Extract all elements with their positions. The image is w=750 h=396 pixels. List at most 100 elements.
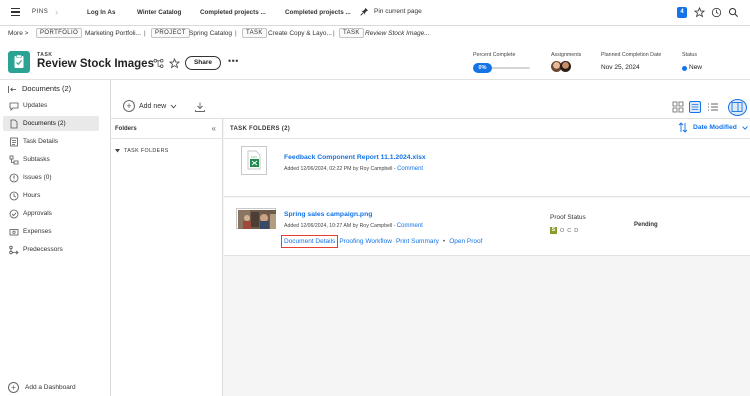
percent-complete-value[interactable]: 0%: [473, 63, 492, 73]
breadcrumb-portfolio[interactable]: Marketing Portfoli...: [85, 30, 141, 37]
sidebar-item-label: Documents (2): [23, 120, 66, 127]
document-name[interactable]: Spring sales campaign.png: [284, 211, 372, 218]
proof-step-o: O: [560, 227, 565, 234]
task-folders-node[interactable]: TASK FOLDERS: [111, 139, 222, 154]
pin-winter-catalog[interactable]: Winter Catalog: [137, 9, 181, 16]
top-bar: PINS › Log In As Winter Catalog Complete…: [0, 0, 750, 26]
image-thumbnail[interactable]: [236, 208, 276, 229]
breadcrumb-tag-task: TASK: [242, 28, 267, 38]
sidebar-item-approvals[interactable]: Approvals: [3, 206, 99, 221]
search-icon[interactable]: [728, 7, 739, 18]
main-content: + Add new Folders « TASK FOLDERS TASK FO…: [111, 97, 750, 396]
sidebar-item-updates[interactable]: Updates: [3, 98, 99, 113]
breadcrumb-separator: |: [144, 30, 146, 37]
collapse-sidebar-icon[interactable]: [8, 86, 17, 93]
pin-current-label: Pin current page: [374, 8, 422, 15]
document-added-info: Added 12/06/2024, 02:22 PM by Roy Campbe…: [284, 166, 396, 172]
chevron-down-icon: [170, 104, 177, 108]
comment-link[interactable]: Comment: [397, 166, 423, 172]
document-added-info: Added 12/06/2024, 10:27 AM by Roy Campbe…: [284, 223, 396, 229]
xlsx-file-icon[interactable]: [241, 146, 267, 175]
task-type-icon: [8, 51, 30, 73]
sidebar-item-hours[interactable]: Hours: [3, 188, 99, 203]
pin-current-page-button[interactable]: Pin current page: [360, 7, 422, 16]
grid-view-icon[interactable]: [672, 101, 684, 113]
sidebar-item-label: Expenses: [23, 228, 52, 235]
documents-header: TASK FOLDERS (2) Date Modified: [224, 119, 750, 139]
documents-toolbar: + Add new: [111, 97, 750, 119]
document-meta: Added 12/06/2024, 10:27 AM by Roy Campbe…: [284, 223, 423, 229]
hierarchy-icon[interactable]: [153, 58, 164, 69]
clock-icon: [9, 191, 19, 200]
percent-complete-slider[interactable]: [490, 67, 530, 69]
pin-icon: [360, 7, 369, 16]
add-dashboard-button[interactable]: + Add a Dashboard: [8, 382, 76, 393]
expenses-icon: [9, 228, 19, 235]
more-options-icon[interactable]: •••: [228, 56, 239, 66]
breadcrumb-more[interactable]: More >: [8, 30, 28, 37]
sidebar-item-task-details[interactable]: Task Details: [3, 134, 99, 149]
document-row[interactable]: Feedback Component Report 11.1.2024.xlsx…: [224, 139, 750, 197]
print-summary-link[interactable]: Print Summary: [396, 238, 439, 245]
chevron-right-icon: ›: [55, 7, 58, 17]
sidebar-item-label: Hours: [23, 192, 41, 199]
sidebar-title: Documents (2): [22, 84, 72, 93]
share-button[interactable]: Share: [185, 56, 221, 70]
list-view-icon[interactable]: [707, 101, 719, 113]
status-value[interactable]: New: [689, 64, 702, 71]
sort-label: Date Modified: [693, 124, 737, 131]
pin-completed-projects-2[interactable]: Completed projects ...: [285, 9, 351, 16]
sort-dropdown[interactable]: Date Modified: [678, 122, 748, 133]
proof-step-c: C: [567, 227, 572, 234]
sidebar-item-issues[interactable]: Issues (0): [3, 170, 99, 185]
avatar[interactable]: [560, 61, 571, 72]
sidebar-item-documents[interactable]: Documents (2): [3, 116, 99, 131]
notification-badge[interactable]: 4: [677, 7, 687, 18]
page-title[interactable]: Review Stock Images: [37, 58, 154, 70]
sidebar-item-label: Approvals: [23, 210, 52, 217]
document-name[interactable]: Feedback Component Report 11.1.2024.xlsx: [284, 154, 426, 161]
add-new-button[interactable]: + Add new: [123, 100, 177, 112]
status-dot: [682, 66, 687, 71]
sidebar-item-label: Subtasks: [23, 156, 50, 163]
folders-title: Folders: [115, 126, 137, 132]
issues-icon: [9, 173, 19, 182]
recent-history-icon[interactable]: [711, 7, 722, 18]
folders-panel: Folders « TASK FOLDERS: [111, 119, 223, 396]
proofing-workflow-link[interactable]: Proofing Workflow: [339, 238, 392, 245]
breadcrumb-separator: |: [235, 30, 237, 37]
collapse-folders-icon[interactable]: «: [212, 124, 216, 133]
sidebar-item-expenses[interactable]: Expenses: [3, 224, 99, 239]
proof-status-steps: S O C D: [550, 227, 578, 234]
pin-completed-projects-1[interactable]: Completed projects ...: [200, 9, 266, 16]
proof-status-label: Proof Status: [550, 214, 586, 221]
plus-icon: +: [8, 382, 19, 393]
breadcrumb-task[interactable]: Create Copy & Layo...: [268, 30, 332, 37]
folders-header: Folders «: [111, 119, 222, 139]
approvals-icon: [9, 209, 19, 218]
sidebar-item-subtasks[interactable]: Subtasks: [3, 152, 99, 167]
breadcrumb-separator: |: [333, 30, 335, 37]
comment-link[interactable]: Comment: [397, 223, 423, 229]
download-icon[interactable]: [194, 101, 206, 113]
document-details-link[interactable]: Document Details: [281, 235, 339, 248]
breadcrumb-current: Review Stock Image...: [365, 30, 430, 37]
star-icon[interactable]: [694, 7, 705, 18]
breadcrumb-project[interactable]: Spring Catalog: [189, 30, 232, 37]
action-separator: •: [442, 238, 446, 245]
open-proof-link[interactable]: Open Proof: [449, 238, 482, 245]
add-new-label: Add new: [139, 102, 167, 110]
card-view-icon[interactable]: [689, 101, 701, 113]
hamburger-menu-icon[interactable]: [11, 8, 20, 16]
sidebar-item-predecessors[interactable]: Predecessors: [3, 242, 99, 257]
proof-decision-status: Pending: [634, 222, 658, 228]
sort-icon: [678, 122, 688, 133]
left-sidebar: Documents (2) Updates Documents (2) Task…: [0, 80, 111, 396]
details-panel-toggle[interactable]: [728, 99, 747, 116]
planned-completion-date[interactable]: Nov 25, 2024: [601, 64, 640, 71]
sidebar-item-label: Updates: [23, 102, 48, 109]
pin-log-in-as[interactable]: Log In As: [87, 9, 115, 16]
documents-header-title: TASK FOLDERS (2): [230, 126, 291, 132]
favorite-star-icon[interactable]: [169, 58, 180, 69]
document-row[interactable]: Spring sales campaign.png Added 12/06/20…: [224, 198, 750, 256]
